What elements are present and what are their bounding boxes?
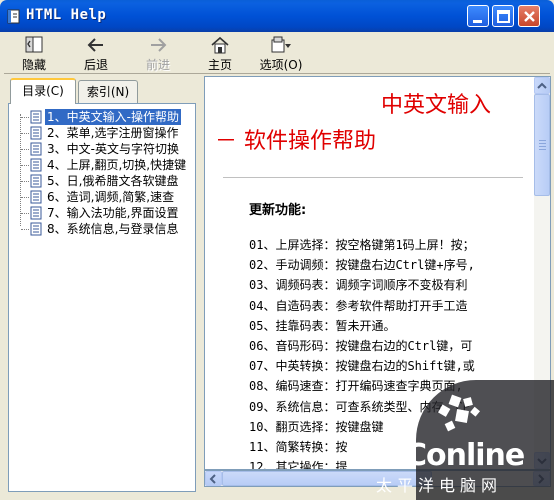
tab-contents[interactable]: 目录(C)	[10, 78, 76, 104]
options-button[interactable]: 选项(O)	[250, 36, 312, 72]
topic-title-line1: 中英文输入	[381, 93, 492, 118]
page-icon	[30, 158, 42, 172]
list-item: 06、音码形码：按键盘右边的Ctrl键，可	[249, 338, 473, 353]
list-item: 04、自造码表：参考软件帮助打开手工造	[249, 298, 468, 313]
tree-item-label: 7、输入法功能,界面设置	[47, 206, 179, 220]
forward-button[interactable]: 前进	[130, 36, 186, 72]
hide-pane-icon	[25, 36, 43, 53]
tree-item-label: 3、中文-英文与字符切换	[47, 142, 179, 156]
back-button[interactable]: 后退	[68, 36, 124, 72]
maximize-icon	[497, 10, 510, 23]
page-icon	[30, 174, 42, 188]
list-item: 07、中英转换：按键盘右边的Shift键,或	[249, 359, 475, 374]
topic-title-line2: － 软件操作帮助	[215, 129, 376, 154]
tab-index-label: 索引(N)	[86, 85, 130, 99]
tree-item-3[interactable]: 3、中文-英文与字符切换	[13, 141, 195, 157]
page-icon	[30, 222, 42, 236]
hide-label: 隐藏	[21, 58, 46, 72]
scroll-left-button[interactable]	[205, 471, 222, 486]
back-arrow-icon	[87, 38, 103, 52]
tree-item-8[interactable]: 8、系统信息,与登录信息	[13, 221, 195, 237]
list-item: 05、挂靠码表：暂未开通。	[249, 318, 396, 333]
close-icon	[524, 11, 535, 22]
minimize-button[interactable]	[467, 5, 489, 27]
back-label: 后退	[83, 58, 108, 72]
tree-item-label: 2、菜单,选字注册窗操作	[47, 126, 179, 140]
title-bar[interactable]: HTML Help	[0, 0, 554, 32]
chevron-left-icon	[209, 474, 216, 484]
contents-tree[interactable]: 1、中英文输入-操作帮助 2、菜单,选字注册窗操作 3、中文-英文与字符切换 4…	[8, 103, 196, 492]
page-icon	[30, 206, 42, 220]
forward-arrow-icon	[151, 38, 167, 52]
tab-index[interactable]: 索引(N)	[78, 80, 138, 104]
tree-item-7[interactable]: 7、输入法功能,界面设置	[13, 205, 195, 221]
section-heading: 更新功能:	[249, 203, 307, 218]
tab-contents-label: 目录(C)	[22, 84, 64, 98]
list-item: 01、上屏选择：按空格键第1码上屏！按；	[249, 238, 475, 252]
toolbar: 隐藏 后退 前进 主页 选项(O)	[4, 32, 550, 74]
watermark-brand: PConline	[384, 438, 525, 473]
home-button[interactable]: 主页	[192, 36, 248, 72]
pconline-watermark: PConline 太平洋电脑网	[360, 380, 554, 500]
window-title: HTML Help	[26, 7, 107, 23]
options-label: 选项(O)	[259, 58, 303, 72]
tree-item-label: 6、造词,调频,简繁,速查	[47, 190, 175, 204]
forward-label: 前进	[145, 58, 170, 72]
tree-item-label: 4、上屏,翻页,切换,快捷键	[47, 158, 187, 172]
tree-item-5[interactable]: 5、日,俄希腊文各软键盘	[13, 173, 195, 189]
help-book-icon	[7, 9, 20, 24]
options-icon	[271, 36, 291, 53]
minimize-icon	[473, 20, 482, 23]
close-button[interactable]	[518, 5, 540, 27]
title-divider	[223, 177, 523, 178]
navigation-pane: 目录(C) 索引(N) 1、中英文输入-操作帮助 2、菜单,选字注册窗操作 3、…	[4, 76, 200, 496]
pconline-logo-icon	[438, 394, 480, 432]
tree-item-4[interactable]: 4、上屏,翻页,切换,快捷键	[13, 157, 195, 173]
page-icon	[30, 142, 42, 156]
tree-item-6[interactable]: 6、造词,调频,简繁,速查	[13, 189, 195, 205]
page-icon	[30, 126, 42, 140]
home-label: 主页	[207, 58, 232, 72]
tree-item-label: 5、日,俄希腊文各软键盘	[47, 174, 179, 188]
page-icon	[30, 110, 42, 124]
vertical-scroll-thumb[interactable]	[534, 94, 550, 196]
list-item: 03、调频码表：调频字词顺序不变极有利	[249, 278, 468, 293]
tree-item-1[interactable]: 1、中英文输入-操作帮助	[13, 109, 195, 125]
scroll-up-button[interactable]	[534, 77, 550, 94]
tree-item-2[interactable]: 2、菜单,选字注册窗操作	[13, 125, 195, 141]
tree-item-label: 1、中英文输入-操作帮助	[45, 109, 181, 125]
list-item: 02、手动调频：按键盘右边Ctrl键+序号,	[249, 258, 475, 273]
chevron-up-icon	[537, 82, 547, 89]
watermark-subtitle: 太平洋电脑网	[376, 476, 503, 495]
home-icon	[211, 36, 229, 54]
hide-button[interactable]: 隐藏	[6, 36, 62, 72]
page-icon	[30, 190, 42, 204]
tree-item-label: 8、系统信息,与登录信息	[47, 222, 179, 236]
maximize-button[interactable]	[492, 5, 514, 27]
